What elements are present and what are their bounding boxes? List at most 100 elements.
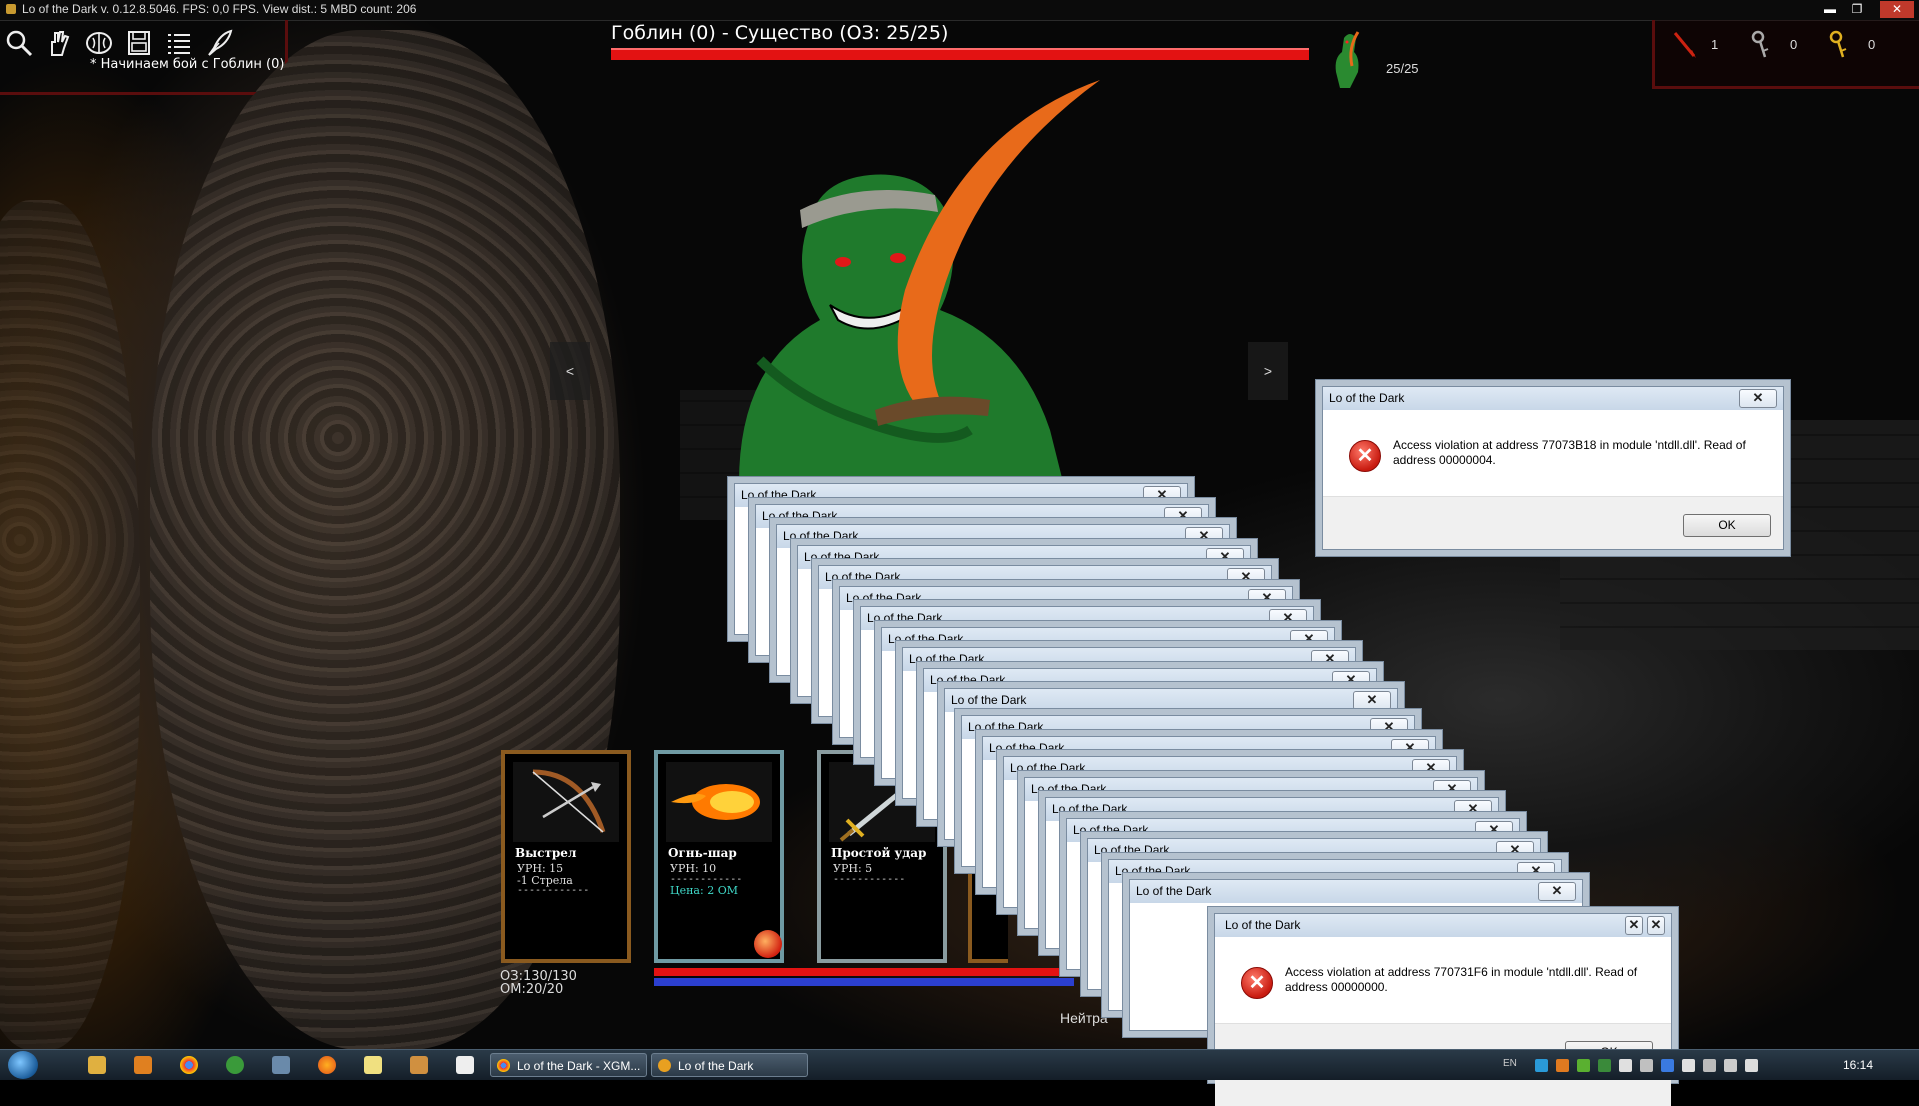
dialog-close-button[interactable]: ✕ (1248, 588, 1286, 608)
dialog-title-bar[interactable]: Lo of the Dark ✕ (1323, 387, 1783, 410)
player-hp-fill (654, 968, 1074, 976)
computer-icon[interactable] (272, 1056, 290, 1074)
tray-icon[interactable] (1619, 1059, 1632, 1072)
dialog-close-button[interactable]: ✕ (1433, 779, 1471, 799)
enemy-health-bar (611, 48, 1309, 60)
taskbar-task-game[interactable]: Lo of the Dark (651, 1053, 808, 1077)
tray-icon[interactable] (1535, 1059, 1548, 1072)
tray-icon[interactable] (1556, 1059, 1569, 1072)
chrome-icon[interactable] (180, 1056, 198, 1074)
dialog-close-button[interactable]: ✕ (1496, 841, 1534, 860)
card-mana-cost: Цена: 2 ОМ (670, 884, 738, 897)
tray-icon[interactable] (1661, 1059, 1674, 1072)
dialog-title: Lo of the Dark (1073, 822, 1149, 837)
arrow-icon (1672, 30, 1698, 60)
skill-card-shot[interactable]: Выстрел УРН: 15 -1 Стрела ------------ (501, 750, 631, 963)
dialog-title: Lo of the Dark (762, 508, 838, 523)
dialog-title: Lo of the Dark (1115, 863, 1191, 878)
list-icon[interactable] (164, 28, 194, 58)
start-button[interactable] (8, 1051, 38, 1079)
dialog-title: Lo of the Dark (867, 611, 943, 625)
dialog-body: ✕ Access violation at address 77073B18 i… (1323, 410, 1783, 496)
gold-key-icon (1827, 30, 1853, 60)
notepad-icon[interactable] (364, 1056, 382, 1074)
gold-key-count: 0 (1868, 37, 1876, 52)
error-icon: ✕ (1241, 967, 1273, 999)
dialog-close-button[interactable]: ✕ (1206, 547, 1244, 567)
tray-icon[interactable] (1682, 1059, 1695, 1072)
card-title: Выстрел (515, 846, 577, 860)
skill-card-fireball[interactable]: Огнь-шар УРН: 10 ------------ Цена: 2 ОМ (654, 750, 784, 963)
clock[interactable]: 16:14 (1843, 1058, 1873, 1072)
dialog-close-button[interactable]: ✕ (1475, 820, 1513, 840)
firefox-icon[interactable] (318, 1056, 336, 1074)
tray-icon[interactable] (1724, 1059, 1737, 1072)
dialog-close-button[interactable]: ✕ (1391, 738, 1429, 758)
hand-icon[interactable] (44, 28, 74, 58)
dialog-title: Lo of the Dark (989, 740, 1065, 755)
search-icon[interactable] (4, 28, 34, 58)
dialog-title-bar[interactable]: Lo of the Dark ✕ ✕ (1215, 914, 1671, 937)
tools-icon[interactable] (410, 1056, 428, 1074)
document-icon[interactable] (456, 1056, 474, 1074)
close-button[interactable]: ✕ (1880, 1, 1914, 18)
taskbar-task-chrome[interactable]: Lo of the Dark - XGM... (490, 1053, 647, 1077)
dialog-close-button-2[interactable]: ✕ (1647, 916, 1665, 935)
player-stats: ОЗ:130/130 ОМ:20/20 (500, 970, 577, 996)
dialog-footer: OK (1323, 496, 1783, 549)
media-player-icon[interactable] (134, 1056, 152, 1074)
dialog-close-button[interactable]: ✕ (1311, 650, 1349, 669)
dialog-title: Lo of the Dark (968, 720, 1044, 734)
dialog-close-button[interactable]: ✕ (1290, 629, 1328, 649)
tray-icon[interactable] (1640, 1059, 1653, 1072)
maximize-button[interactable]: ❐ (1844, 1, 1870, 18)
taskbar: Lo of the Dark - XGM... Lo of the Dark E… (0, 1049, 1919, 1080)
dialog-close-button[interactable]: ✕ (1625, 916, 1643, 935)
dialog-close-button[interactable]: ✕ (1739, 389, 1777, 408)
dialog-title: Lo of the Dark (1010, 761, 1086, 775)
minimize-button[interactable]: ▬ (1817, 1, 1843, 18)
tray-icon[interactable] (1598, 1059, 1611, 1072)
dialog-close-button[interactable]: ✕ (1332, 670, 1370, 690)
dialog-title: Lo of the Dark (1329, 391, 1405, 405)
chrome-icon (497, 1059, 510, 1072)
dialog-title: Lo of the Dark (1136, 884, 1212, 898)
dialog-close-button[interactable]: ✕ (1412, 759, 1450, 778)
language-indicator[interactable]: EN (1503, 1058, 1517, 1069)
dialog-close-button[interactable]: ✕ (1185, 527, 1223, 546)
dialog-title-bar[interactable]: Lo of the Dark ✕ (945, 689, 1397, 712)
dialog-close-button[interactable]: ✕ (1353, 691, 1391, 710)
tray-icon[interactable] (1745, 1059, 1758, 1072)
dialog-close-button[interactable]: ✕ (1517, 861, 1555, 881)
explorer-icon[interactable] (88, 1056, 106, 1074)
quill-pen-icon[interactable] (204, 28, 234, 58)
card-title: Огнь-шар (668, 846, 737, 860)
prev-target-button[interactable]: < (550, 342, 590, 400)
card-title: Простой удар (831, 846, 927, 860)
player-mp-bar (654, 978, 1074, 986)
arrow-count: 1 (1711, 37, 1719, 52)
ok-button[interactable]: OK (1683, 514, 1771, 537)
goblin-creature-image[interactable] (700, 70, 1120, 510)
tray-icon[interactable] (1577, 1059, 1590, 1072)
enemy-title: Гоблин (0) - Существо (ОЗ: 25/25) (611, 22, 949, 44)
dialog-close-button[interactable]: ✕ (1538, 882, 1576, 901)
error-dialog-top[interactable]: Lo of the Dark ✕ ✕ Access violation at a… (1322, 386, 1784, 550)
tray-icon[interactable] (1703, 1059, 1716, 1072)
save-disk-icon[interactable] (124, 28, 154, 58)
window-title: Lo of the Dark v. 0.12.8.5046. FPS: 0,0 … (6, 2, 416, 16)
dialog-close-button[interactable]: ✕ (1227, 568, 1265, 587)
next-target-button[interactable]: > (1248, 342, 1288, 400)
brain-icon[interactable] (84, 28, 114, 58)
dialog-body: ✕ Access violation at address 770731F6 i… (1215, 937, 1671, 1023)
dialog-title: Lo of the Dark (1225, 918, 1301, 932)
dialog-close-button[interactable]: ✕ (1269, 609, 1307, 628)
dialog-close-button[interactable]: ✕ (1143, 486, 1181, 505)
dialog-title-bar[interactable]: Lo of the Dark ✕ (1130, 880, 1582, 903)
utorrent-icon[interactable] (226, 1056, 244, 1074)
dialog-close-button[interactable]: ✕ (1164, 506, 1202, 526)
dialog-close-button[interactable]: ✕ (1454, 800, 1492, 819)
dialog-close-button[interactable]: ✕ (1370, 718, 1408, 737)
enemy-hp-text: 25/25 (1386, 61, 1419, 76)
error-message: Access violation at address 77073B18 in … (1393, 438, 1746, 467)
